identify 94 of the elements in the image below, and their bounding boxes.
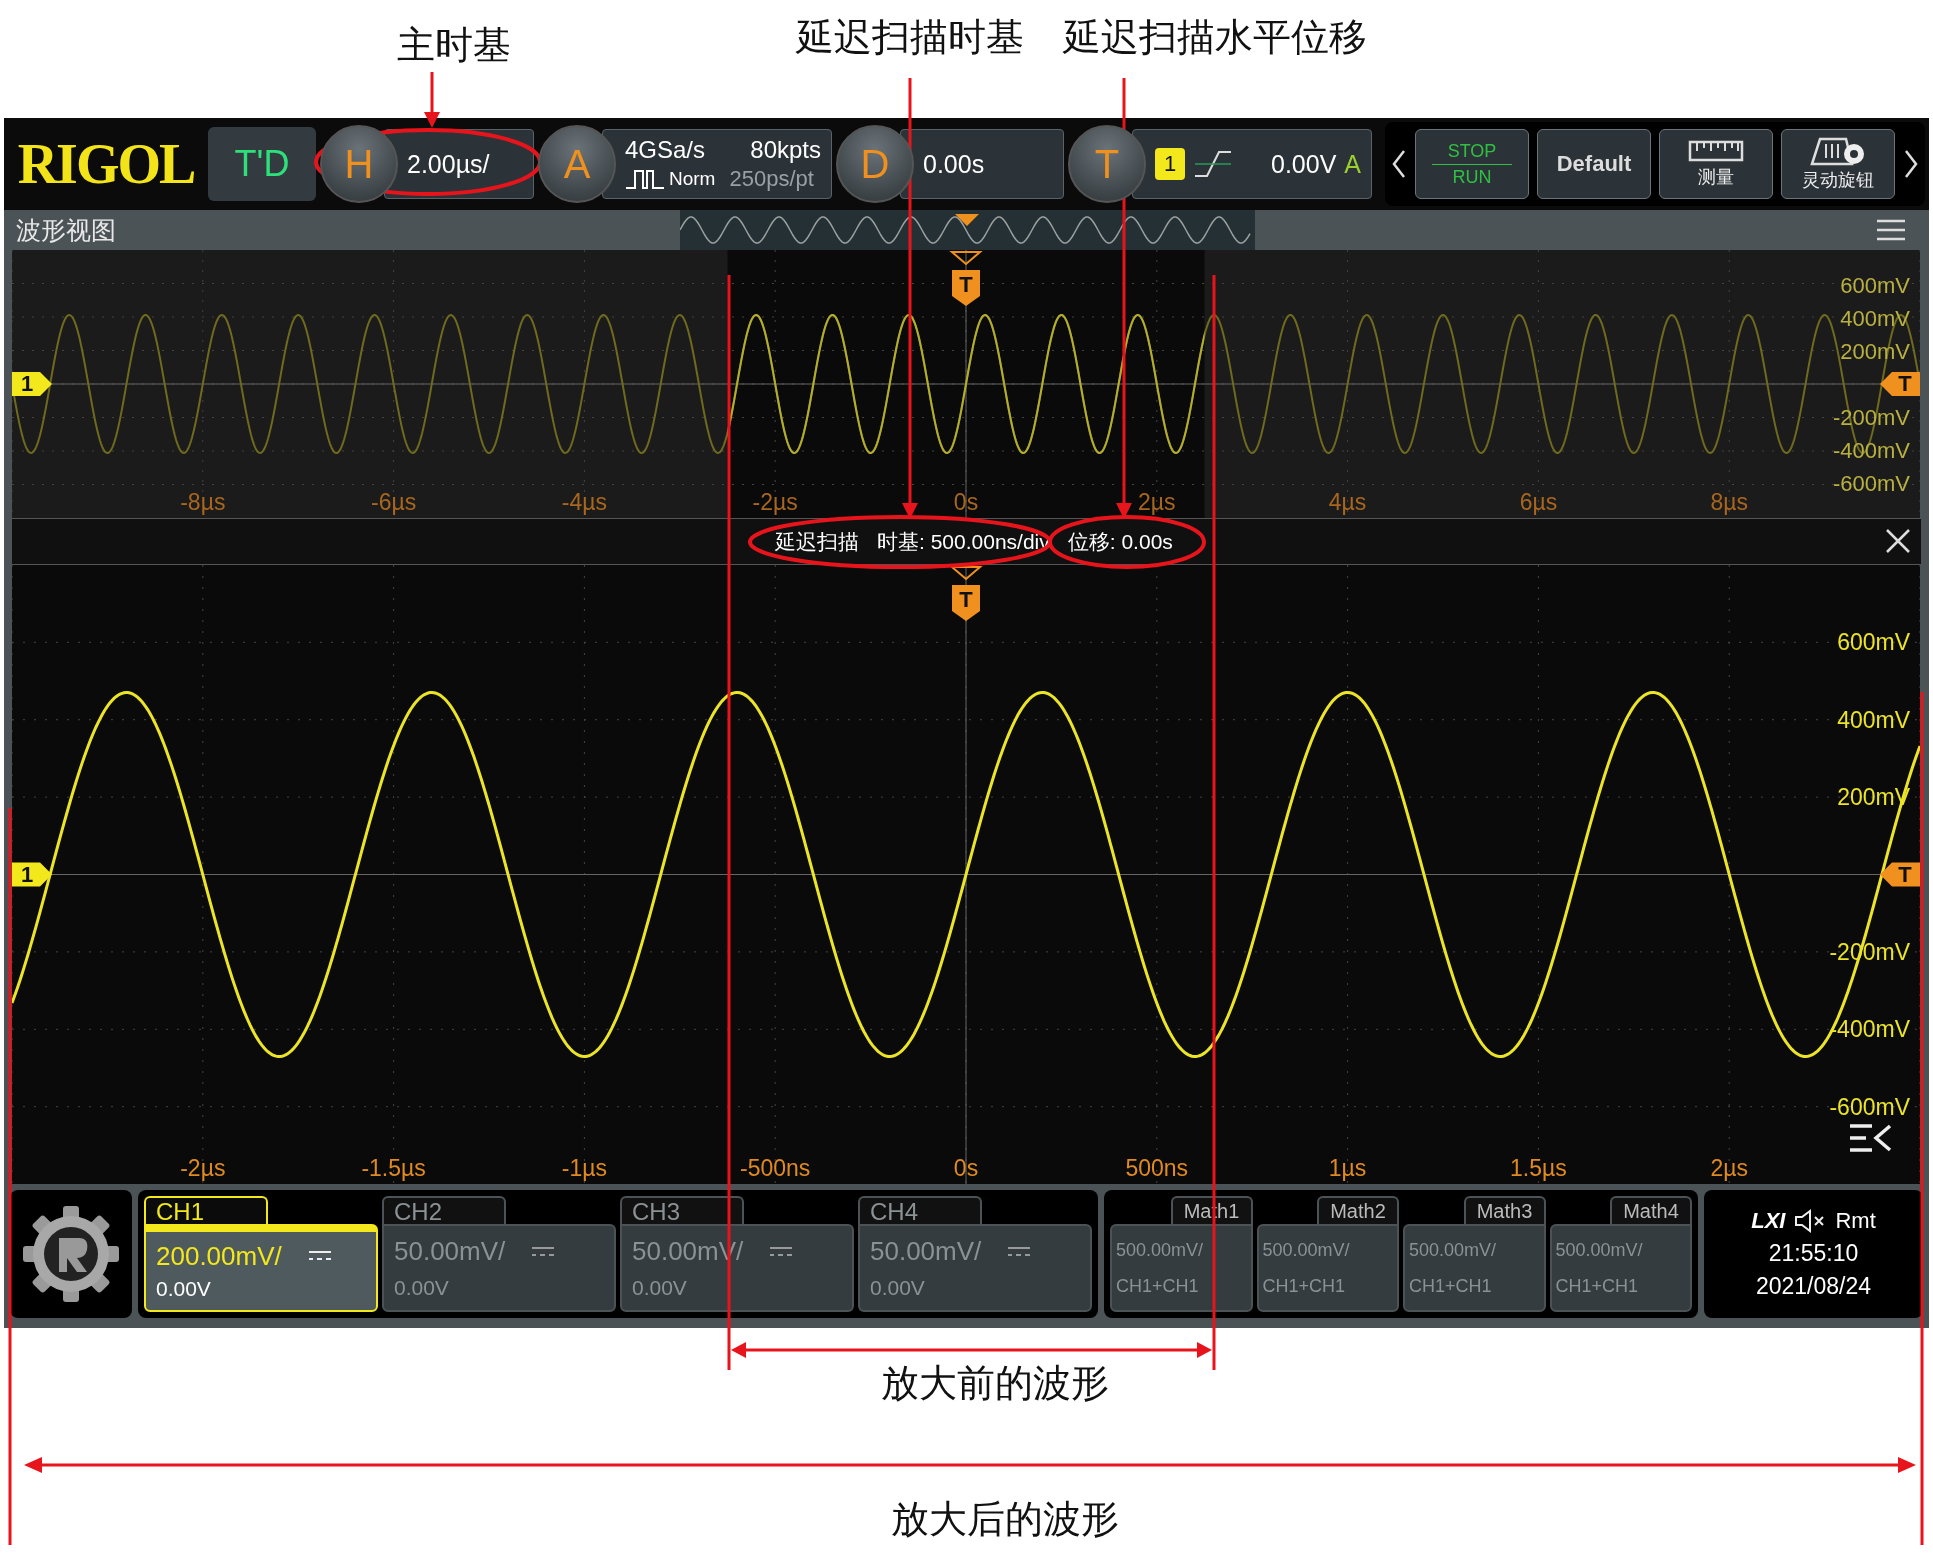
time-axis-label: -4µs: [561, 489, 607, 515]
channel-marker[interactable]: 1: [12, 371, 52, 396]
voltage-axis-label: 600mV: [1840, 273, 1910, 298]
view-title: 波形视图: [16, 214, 116, 246]
time-axis-label: 4µs: [1328, 489, 1367, 515]
memory-depth: 80kpts: [750, 136, 821, 164]
math-source: CH1+CH1: [1409, 1275, 1493, 1297]
time-axis-label: 2µs: [1710, 1155, 1748, 1181]
time-axis-label: 8µs: [1710, 489, 1748, 515]
annotation-label: 放大后的波形: [890, 1497, 1120, 1542]
channel-marker[interactable]: 1: [12, 861, 52, 887]
math-scale: 500.00mV/: [1116, 1239, 1205, 1261]
panel-toggle-icon[interactable]: [1848, 1124, 1892, 1152]
channel-offset: 0.00V: [632, 1275, 688, 1300]
delay-offset: 位移: 0.00s: [1067, 528, 1173, 555]
time-axis-label: -1.5µs: [361, 1155, 426, 1181]
pulse-icon: [625, 168, 665, 190]
time-resolution: 250ps/pt: [729, 166, 814, 192]
annotation-label: 延迟扫描水平位移: [1062, 15, 1368, 60]
channel-offset: 0.00V: [394, 1275, 450, 1300]
time-axis-label: 1.5µs: [1510, 1155, 1567, 1181]
channel-name: CH1: [156, 1198, 204, 1225]
voltage-axis-label: 400mV: [1837, 706, 1910, 733]
time-axis-label: -8µs: [180, 489, 226, 515]
channel-name: CH3: [632, 1198, 680, 1225]
time-axis-label: -2µs: [180, 1155, 226, 1181]
time-axis-label: 0s: [953, 489, 979, 515]
brand-logo: RIGOL: [16, 132, 196, 196]
annotation-label: 延迟扫描时基: [795, 15, 1025, 60]
dc-coupling-icon: [1007, 1245, 1032, 1258]
math-source: CH1+CH1: [1262, 1275, 1347, 1297]
time-axis-label: 1µs: [1328, 1155, 1367, 1181]
dc-coupling-icon: [307, 1250, 332, 1263]
trigger-sweep-mode: A: [1344, 149, 1362, 179]
math-name: Math4: [1623, 1200, 1679, 1222]
delay-sweep-title: 延迟扫描: [775, 528, 859, 555]
logo-panel[interactable]: [10, 1190, 132, 1318]
dc-coupling-icon: [531, 1245, 556, 1258]
time-axis-label: -6µs: [371, 489, 417, 515]
knob-button[interactable]: 灵动旋钮: [1781, 129, 1895, 199]
close-icon[interactable]: [1885, 528, 1911, 554]
voltage-axis-label: -400mV: [1832, 438, 1910, 463]
delay-value[interactable]: 0.00s: [900, 129, 1064, 199]
dc-coupling-icon: [769, 1245, 794, 1258]
voltage-axis-label: 400mV: [1840, 306, 1910, 331]
channel-offset: 0.00V: [870, 1275, 926, 1300]
channel-name: CH4: [870, 1198, 918, 1225]
math-scale: 500.00mV/: [1555, 1239, 1644, 1261]
math-name: Math3: [1476, 1200, 1533, 1222]
remote-indicator: Rmt: [1835, 1208, 1876, 1234]
acquire-mode: Norm: [669, 168, 716, 190]
channel-name: CH2: [394, 1198, 442, 1225]
trigger-level-marker[interactable]: T: [1880, 371, 1920, 396]
chevron-right-icon[interactable]: [1903, 149, 1919, 179]
ruler-icon: [1688, 139, 1744, 163]
trigger-level: 0.00V: [1271, 149, 1337, 179]
channel-scale: 50.00mV/: [394, 1236, 506, 1268]
voltage-axis-label: -200mV: [1832, 405, 1910, 430]
channel-offset: 0.00V: [156, 1277, 212, 1302]
channel-scale: 200.00mV/: [156, 1240, 282, 1272]
channel-scale: 50.00mV/: [870, 1236, 982, 1268]
mode-indicator[interactable]: T'D: [208, 127, 316, 201]
delay-timebase: 时基: 500.00ns/div: [877, 528, 1050, 555]
chevron-left-icon[interactable]: [1391, 149, 1407, 179]
annotation-label: 主时基: [396, 23, 512, 68]
stop-run-button[interactable]: STOP RUN: [1415, 129, 1529, 199]
callout-arrow: [424, 72, 440, 128]
clock-time: 21:55:10: [1768, 1240, 1859, 1267]
annotation-label: 放大前的波形: [880, 1361, 1110, 1406]
math-scale: 500.00mV/: [1262, 1239, 1351, 1261]
voltage-axis-label: -600mV: [1829, 1093, 1910, 1120]
time-axis-label: -2µs: [752, 489, 798, 515]
time-axis-label: 500ns: [1125, 1155, 1189, 1181]
time-axis-label: -1µs: [561, 1155, 607, 1181]
voltage-axis-label: -600mV: [1832, 471, 1910, 496]
math-source: CH1+CH1: [1116, 1275, 1200, 1297]
lxi-label: LXI: [1751, 1208, 1786, 1234]
time-axis-label: 0s: [953, 1155, 979, 1181]
trigger-source-badge: 1: [1155, 148, 1185, 180]
clock-date: 2021/08/24: [1755, 1273, 1872, 1300]
math-scale: 500.00mV/: [1409, 1239, 1498, 1261]
sample-rate: 4GSa/s: [625, 136, 706, 164]
default-button[interactable]: Default: [1537, 129, 1651, 199]
time-axis-label: 6µs: [1519, 489, 1558, 515]
trigger-level-marker[interactable]: T: [1880, 861, 1920, 887]
math-name: Math2: [1330, 1200, 1386, 1222]
math-source: CH1+CH1: [1555, 1275, 1640, 1297]
time-axis-label: -500ns: [740, 1155, 811, 1181]
measure-button[interactable]: 测量: [1659, 129, 1773, 199]
voltage-axis-label: 600mV: [1837, 629, 1910, 656]
record-overview-strip[interactable]: [680, 210, 1255, 250]
menu-icon[interactable]: [1875, 218, 1907, 242]
time-axis-label: 2µs: [1138, 489, 1176, 515]
voltage-axis-label: 200mV: [1840, 339, 1910, 364]
